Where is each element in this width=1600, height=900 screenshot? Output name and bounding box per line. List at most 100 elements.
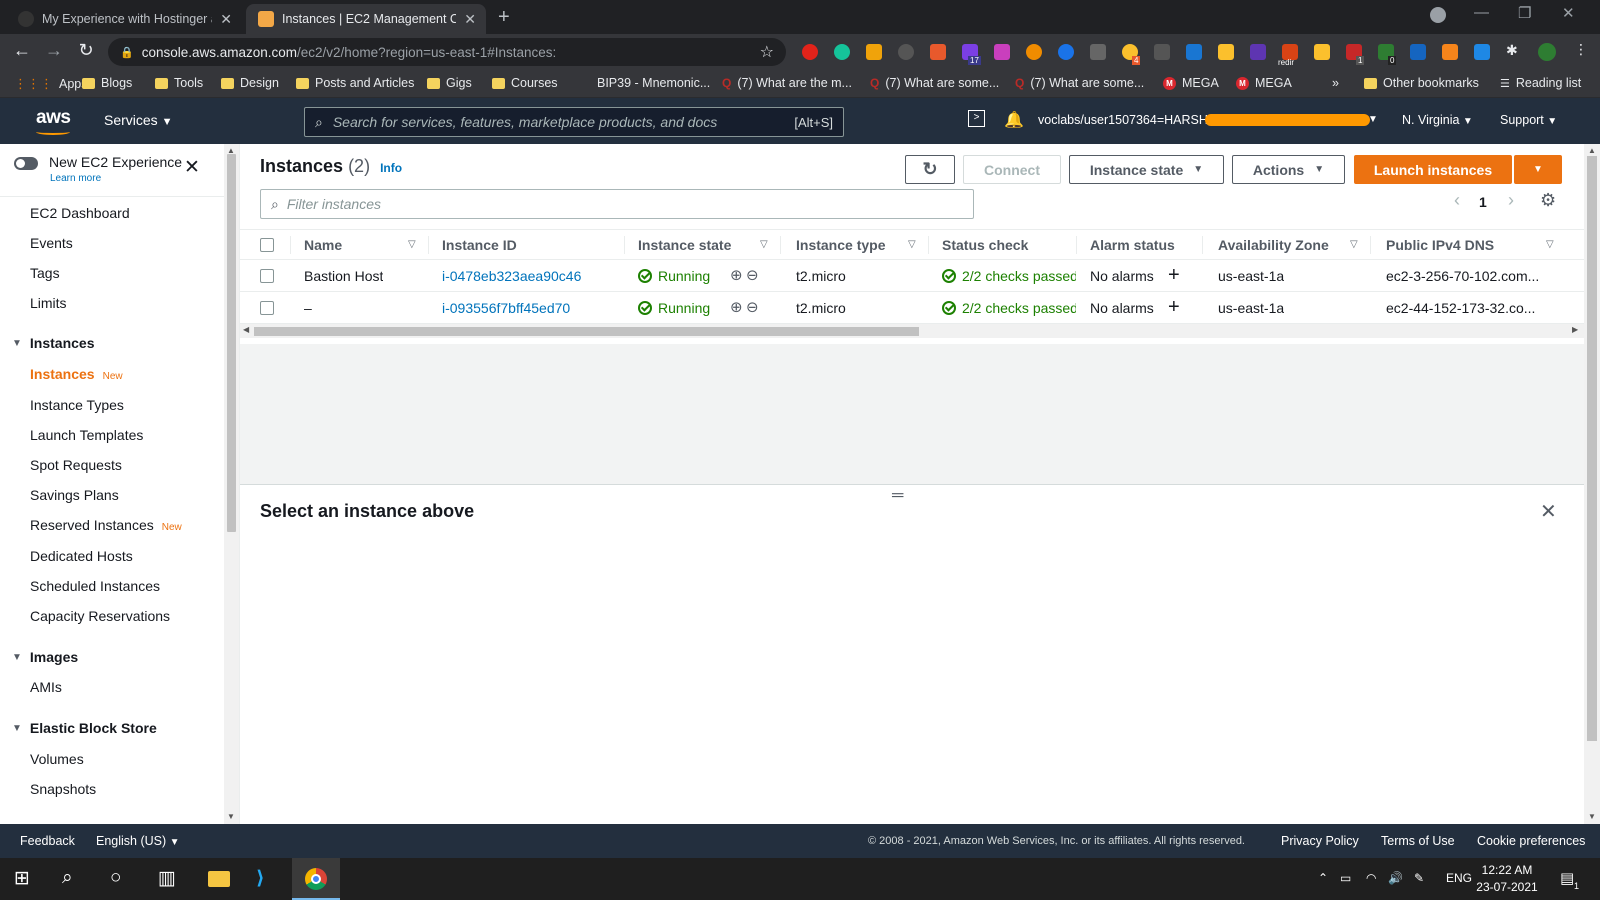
column-header-instance-id[interactable]: Instance ID [442, 237, 517, 253]
next-page-icon[interactable]: › [1508, 190, 1514, 211]
close-window-icon[interactable]: ✕ [1562, 4, 1575, 22]
connect-button[interactable]: Connect [963, 155, 1061, 184]
sidebar-item-tags[interactable]: Tags [30, 265, 60, 281]
launch-instances-button[interactable]: Launch instances [1354, 155, 1512, 184]
reading-list[interactable]: ☰ Reading list [1500, 76, 1581, 90]
bookmark-star-icon[interactable]: ☆ [760, 42, 774, 62]
sidebar-scrollbar[interactable]: ▲ ▼ [224, 144, 239, 824]
sidebar-item-limits[interactable]: Limits [30, 295, 67, 311]
sort-icon[interactable]: ▽ [760, 239, 768, 250]
bookmark-folder-tools[interactable]: Tools [155, 76, 203, 90]
extension-icon[interactable] [994, 44, 1010, 60]
bookmark-folder-design[interactable]: Design [221, 76, 279, 90]
extension-icon[interactable] [930, 44, 946, 60]
table-row[interactable]: Bastion Host i-0478eb323aea90c46 Running… [240, 260, 1584, 292]
zoom-in-icon[interactable]: ⊕ [730, 298, 743, 316]
sidebar-item-savings-plans[interactable]: Savings Plans [30, 487, 119, 503]
sidebar-item-snapshots[interactable]: Snapshots [30, 781, 96, 797]
cortana-icon[interactable]: ○ [110, 867, 121, 889]
zoom-out-icon[interactable]: ⊖ [746, 266, 759, 284]
cookie-preferences-link[interactable]: Cookie preferences [1477, 834, 1585, 848]
wordpress-extension-icon[interactable] [898, 44, 914, 60]
scroll-down-arrow-icon[interactable]: ▼ [227, 812, 235, 821]
file-explorer-icon[interactable] [208, 871, 230, 887]
scroll-up-arrow-icon[interactable]: ▲ [1588, 146, 1596, 155]
prev-page-icon[interactable]: ‹ [1454, 190, 1460, 211]
bookmark-mega-2[interactable]: M MEGA [1236, 76, 1292, 90]
extension-icon[interactable] [1250, 44, 1266, 60]
actions-button[interactable]: Actions ▼ [1232, 155, 1345, 184]
extension-icon[interactable] [1154, 44, 1170, 60]
extension-icon[interactable] [866, 44, 882, 60]
settings-gear-icon[interactable]: ⚙ [1540, 190, 1556, 211]
row-checkbox[interactable] [260, 269, 274, 283]
column-header-public-dns[interactable]: Public IPv4 DNS [1386, 237, 1494, 253]
scrollbar-thumb[interactable] [254, 327, 919, 336]
table-row[interactable]: – i-093556f7bff45ed70 Running ⊕ ⊖ t2.mic… [240, 292, 1584, 324]
sidebar-item-launch-templates[interactable]: Launch Templates [30, 427, 143, 443]
aws-search-box[interactable]: ⌕ [Alt+S] [304, 107, 844, 137]
feedback-link[interactable]: Feedback [20, 834, 75, 848]
browser-tab-hostinger[interactable]: My Experience with Hostinger after ✕ [6, 4, 242, 34]
extensions-puzzle-icon[interactable]: ✱ [1506, 42, 1522, 58]
extension-icon[interactable] [1410, 44, 1426, 60]
column-header-instance-state[interactable]: Instance state [638, 237, 731, 253]
column-header-instance-type[interactable]: Instance type [796, 237, 885, 253]
bookmark-quora-3[interactable]: Q (7) What are some... [1015, 76, 1144, 90]
action-center-icon[interactable]: ▤ [1560, 869, 1574, 887]
zoom-in-icon[interactable]: ⊕ [730, 266, 743, 284]
vscode-icon[interactable]: ⟩ [256, 867, 265, 890]
bookmark-folder-blogs[interactable]: Blogs [82, 76, 132, 90]
new-tab-button[interactable]: + [498, 6, 510, 29]
privacy-policy-link[interactable]: Privacy Policy [1281, 834, 1359, 848]
wifi-icon[interactable]: ◠ [1366, 871, 1376, 885]
zoom-out-icon[interactable]: ⊖ [746, 298, 759, 316]
cloudshell-icon[interactable]: > [968, 110, 985, 127]
bookmark-bip39[interactable]: BIP39 - Mnemonic... [597, 76, 710, 90]
task-view-icon[interactable]: ▥ [158, 867, 176, 890]
launch-dropdown-button[interactable]: ▼ [1514, 155, 1562, 184]
reload-icon[interactable]: ↻ [74, 40, 98, 61]
resize-handle-icon[interactable]: ═ [892, 487, 903, 505]
search-icon[interactable]: ⌕ [62, 867, 73, 889]
extension-icon[interactable] [1474, 44, 1490, 60]
terms-of-use-link[interactable]: Terms of Use [1381, 834, 1455, 848]
close-icon[interactable]: ✕ [184, 156, 200, 179]
sidebar-item-volumes[interactable]: Volumes [30, 751, 84, 767]
battery-icon[interactable]: ▭ [1340, 871, 1351, 885]
sidebar-section-instances[interactable]: ▼ Instances [12, 335, 95, 351]
sidebar-item-events[interactable]: Events [30, 235, 73, 251]
region-menu[interactable]: N. Virginia ▼ [1402, 113, 1473, 127]
aws-search-input[interactable] [332, 114, 795, 130]
address-bar[interactable]: 🔒 console.aws.amazon.com/ec2/v2/home?reg… [108, 38, 786, 66]
close-tab-icon[interactable]: ✕ [464, 11, 476, 28]
sidebar-section-images[interactable]: ▼ Images [12, 649, 78, 665]
column-header-availability-zone[interactable]: Availability Zone [1218, 237, 1329, 253]
chrome-taskbar-button[interactable] [292, 858, 340, 900]
page-number[interactable]: 1 [1479, 194, 1487, 210]
add-alarm-icon[interactable]: + [1168, 296, 1180, 319]
grammarly-extension-icon[interactable] [834, 44, 850, 60]
page-vertical-scrollbar[interactable]: ▲ ▼ [1584, 144, 1600, 824]
filter-box[interactable]: ⌕ [260, 189, 974, 219]
sidebar-item-reserved-instances[interactable]: Reserved Instances New [30, 517, 182, 533]
language-indicator[interactable]: ENG [1446, 871, 1472, 885]
metamask-extension-icon[interactable] [1442, 44, 1458, 60]
sidebar-item-scheduled-instances[interactable]: Scheduled Instances [30, 578, 160, 594]
extension-icon[interactable] [1314, 44, 1330, 60]
browser-tab-ec2[interactable]: Instances | EC2 Management Con ✕ [246, 4, 486, 34]
add-alarm-icon[interactable]: + [1168, 264, 1180, 287]
bookmark-quora-2[interactable]: Q (7) What are some... [870, 76, 999, 90]
restore-icon[interactable]: ❐ [1518, 4, 1531, 22]
extension-icon[interactable] [1026, 44, 1042, 60]
sidebar-item-ec2-dashboard[interactable]: EC2 Dashboard [30, 205, 130, 221]
table-horizontal-scrollbar[interactable]: ◀ ▶ [240, 324, 1584, 338]
bookmark-folder-courses[interactable]: Courses [492, 76, 558, 90]
sort-icon[interactable]: ▽ [1350, 239, 1358, 250]
column-header-name[interactable]: Name [304, 237, 342, 253]
sidebar-item-dedicated-hosts[interactable]: Dedicated Hosts [30, 548, 133, 564]
instance-state-button[interactable]: Instance state ▼ [1069, 155, 1224, 184]
select-all-checkbox[interactable] [260, 238, 274, 252]
bookmark-mega-1[interactable]: M MEGA [1163, 76, 1219, 90]
cell-instance-id[interactable]: i-093556f7bff45ed70 [442, 300, 570, 316]
